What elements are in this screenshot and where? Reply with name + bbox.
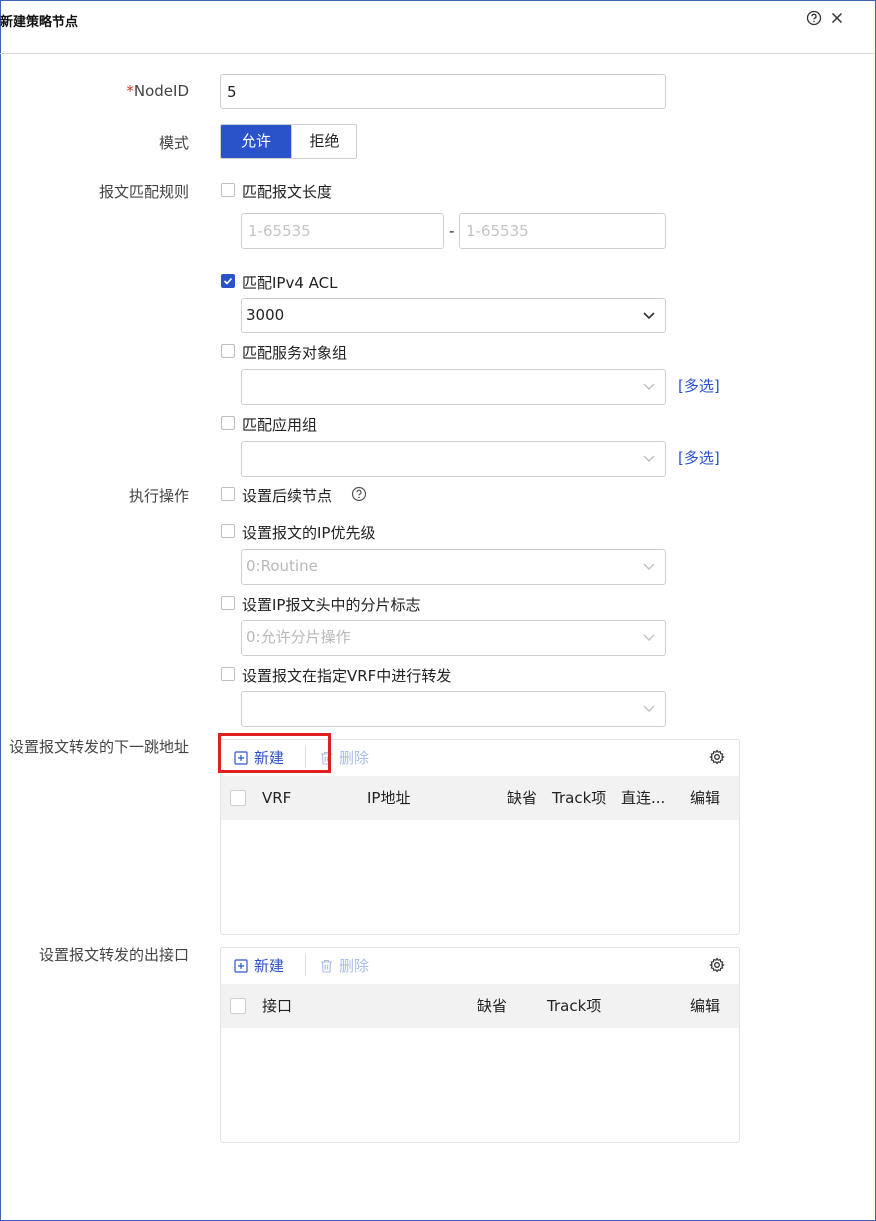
chevron-down-icon (643, 312, 655, 320)
next-hop-label: 设置报文转发的下一跳地址 (8, 738, 189, 756)
next-hop-table-header: VRF IP地址 缺省 Track项 直连... 编辑 (221, 776, 739, 820)
trash-icon (321, 959, 332, 973)
match-length-checkbox[interactable] (221, 183, 235, 197)
mode-segmented-control: 允许 拒绝 (220, 124, 357, 159)
column-header-edit: 编辑 (690, 789, 721, 807)
column-header-edit: 编辑 (690, 997, 721, 1015)
select-all-checkbox[interactable] (230, 998, 246, 1014)
column-header-ip: IP地址 (367, 789, 411, 807)
ip-precedence-value: 0:Routine (246, 557, 318, 575)
out-interface-new-button[interactable]: 新建 (234, 955, 284, 976)
node-id-input[interactable] (220, 74, 666, 109)
gear-icon[interactable] (709, 957, 725, 973)
checkmark-icon (223, 277, 233, 285)
match-ipv4-acl-checkbox[interactable] (221, 274, 235, 288)
close-icon[interactable] (829, 10, 845, 26)
out-interface-delete-button[interactable]: 删除 (320, 955, 369, 976)
chevron-down-icon (643, 705, 655, 712)
actions-label: 执行操作 (128, 487, 189, 505)
ip-precedence-checkbox[interactable] (221, 524, 235, 538)
column-header-default: 缺省 (477, 997, 508, 1015)
match-service-group-checkbox[interactable] (221, 344, 235, 358)
mode-allow-button[interactable]: 允许 (221, 125, 291, 158)
vrf-forward-checkbox[interactable] (221, 667, 235, 681)
fragment-flag-label: 设置IP报文头中的分片标志 (242, 596, 421, 614)
help-icon[interactable] (351, 486, 367, 502)
column-header-track: Track项 (547, 997, 602, 1015)
out-interface-table (220, 947, 740, 1143)
fragment-flag-checkbox[interactable] (221, 596, 235, 610)
match-app-group-checkbox[interactable] (221, 416, 235, 430)
match-ipv4-acl-label: 匹配IPv4 ACL (242, 274, 338, 292)
service-group-select[interactable] (241, 369, 666, 405)
length-max-input[interactable] (459, 213, 666, 249)
chevron-down-icon (643, 634, 655, 641)
ipv4-acl-select[interactable]: 3000 (241, 298, 666, 333)
chevron-down-icon (643, 455, 655, 462)
toolbar-divider (305, 954, 306, 976)
out-interface-table-header: 接口 缺省 Track项 编辑 (221, 984, 739, 1028)
ipv4-acl-value: 3000 (246, 306, 285, 324)
node-id-label: *NodeID (126, 82, 189, 100)
column-header-vrf: VRF (262, 789, 292, 807)
ip-precedence-select[interactable]: 0:Routine (241, 549, 666, 585)
dialog-titlebar: 新建策略节点 (0, 0, 874, 54)
vrf-forward-label: 设置报文在指定VRF中进行转发 (242, 667, 452, 685)
help-icon[interactable] (806, 10, 822, 26)
out-interface-label: 设置报文转发的出接口 (38, 946, 189, 964)
next-node-label: 设置后续节点 (242, 487, 333, 505)
fragment-flag-select[interactable]: 0:允许分片操作 (241, 620, 666, 656)
highlight-box (218, 733, 331, 773)
dialog-title: 新建策略节点 (0, 15, 79, 30)
column-header-interface: 接口 (262, 997, 293, 1015)
service-group-multi-select-link[interactable]: [多选] (678, 375, 720, 396)
mode-label: 模式 (158, 134, 189, 152)
add-box-icon (234, 959, 248, 973)
match-rules-label: 报文匹配规则 (98, 183, 189, 201)
length-range-separator: - (449, 222, 455, 240)
mode-deny-button[interactable]: 拒绝 (291, 125, 356, 158)
app-group-select[interactable] (241, 441, 666, 477)
vrf-forward-select[interactable] (241, 691, 666, 727)
column-header-default: 缺省 (507, 789, 538, 807)
ip-precedence-label: 设置报文的IP优先级 (242, 524, 376, 542)
next-node-checkbox[interactable] (221, 487, 235, 501)
column-header-direct: 直连... (621, 789, 666, 807)
match-length-label: 匹配报文长度 (242, 183, 333, 201)
match-app-group-label: 匹配应用组 (242, 416, 318, 434)
column-header-track: Track项 (552, 789, 607, 807)
select-all-checkbox[interactable] (230, 790, 246, 806)
chevron-down-icon (643, 563, 655, 570)
chevron-down-icon (643, 383, 655, 390)
gear-icon[interactable] (709, 749, 725, 765)
app-group-multi-select-link[interactable]: [多选] (678, 447, 720, 468)
length-min-input[interactable] (241, 213, 444, 249)
fragment-flag-value: 0:允许分片操作 (246, 628, 351, 646)
match-service-group-label: 匹配服务对象组 (242, 344, 348, 362)
